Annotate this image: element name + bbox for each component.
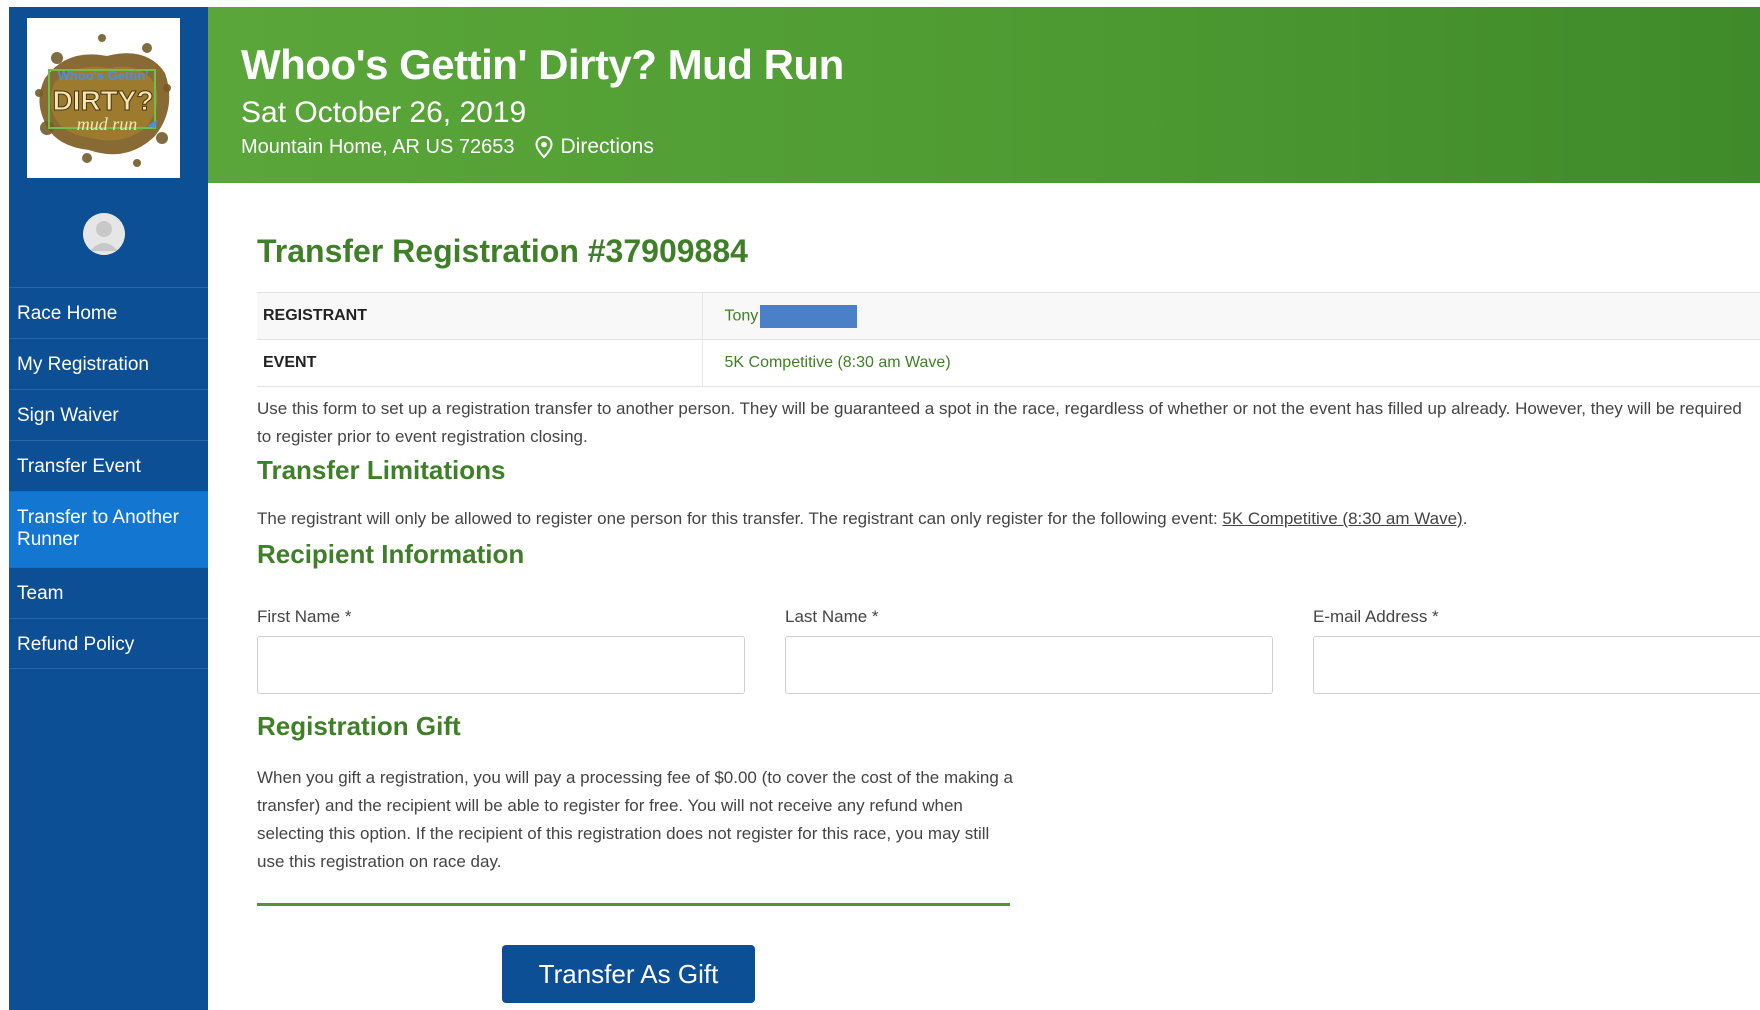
mud-run-logo-icon: Whoo's Gettin' DIRTY? mud run (27, 18, 180, 178)
last-name-label: Last Name * (785, 607, 879, 626)
registrant-value-cell: Tony (702, 292, 1760, 340)
gift-text: When you gift a registration, you will p… (257, 768, 1013, 871)
table-row-registrant: REGISTRANT Tony (257, 292, 1760, 340)
registrant-value: Tony (724, 307, 759, 325)
event-date: Sat October 26, 2019 (241, 96, 527, 129)
sidebar-item-my-registration[interactable]: My Registration (9, 338, 208, 389)
map-pin-icon[interactable] (533, 135, 555, 159)
left-gutter (0, 0, 9, 1010)
sidebar: Whoo's Gettin' DIRTY? mud run Race Home … (9, 7, 208, 1010)
gift-title: Registration Gift (257, 711, 461, 741)
event-location: Mountain Home, AR US 72653 (241, 135, 515, 158)
recipient-title: Recipient Information (257, 539, 525, 569)
sidebar-nav: Race Home My Registration Sign Waiver Tr… (9, 287, 208, 669)
last-name-input[interactable] (785, 636, 1273, 694)
registrant-label: REGISTRANT (257, 292, 703, 340)
page-title: Transfer Registration #37909884 (257, 233, 748, 269)
email-input[interactable] (1313, 636, 1760, 694)
logo-text-main: DIRTY? (52, 85, 153, 116)
event-value: 5K Competitive (8:30 am Wave) (702, 339, 1760, 387)
limitations-end: . (1462, 509, 1468, 528)
table-row-event: EVENT 5K Competitive (8:30 am Wave) (257, 339, 1760, 387)
intro-text: Use this form to set up a registration t… (257, 399, 1742, 446)
event-title: Whoo's Gettin' Dirty? Mud Run (241, 41, 844, 88)
user-avatar-icon[interactable] (83, 213, 125, 255)
registration-info-table: REGISTRANT Tony EVENT 5K Competitive (8:… (257, 292, 1760, 387)
sidebar-item-transfer-event[interactable]: Transfer Event (9, 440, 208, 491)
directions-link[interactable]: Directions (561, 135, 654, 159)
top-gutter (0, 0, 1760, 7)
event-location-row: Mountain Home, AR US 72653 Directions (241, 135, 654, 159)
transfer-as-gift-button[interactable]: Transfer As Gift (502, 945, 755, 1003)
limitations-text-row: The registrant will only be allowed to r… (257, 505, 1757, 533)
limitations-title: Transfer Limitations (257, 455, 506, 485)
race-logo[interactable]: Whoo's Gettin' DIRTY? mud run (27, 18, 180, 178)
sidebar-item-sign-waiver[interactable]: Sign Waiver (9, 389, 208, 440)
gift-divider (257, 903, 1010, 906)
email-label: E-mail Address * (1313, 607, 1439, 626)
sidebar-item-refund-policy[interactable]: Refund Policy (9, 618, 208, 669)
sidebar-item-race-home[interactable]: Race Home (9, 287, 208, 338)
event-header: Whoo's Gettin' Dirty? Mud Run Sat Octobe… (208, 7, 1760, 183)
first-name-label: First Name * (257, 607, 352, 626)
event-label: EVENT (257, 339, 703, 387)
logo-text-top: Whoo's Gettin' (58, 68, 149, 83)
sidebar-item-transfer-to-another-runner[interactable]: Transfer to Another Runner (9, 491, 208, 567)
first-name-input[interactable] (257, 636, 745, 694)
sidebar-item-team[interactable]: Team (9, 567, 208, 618)
limitations-text: The registrant will only be allowed to r… (257, 509, 1223, 528)
logo-text-bottom: mud run (77, 114, 138, 134)
redacted-surname (760, 304, 858, 328)
limitations-event-link[interactable]: 5K Competitive (8:30 am Wave) (1222, 509, 1462, 528)
